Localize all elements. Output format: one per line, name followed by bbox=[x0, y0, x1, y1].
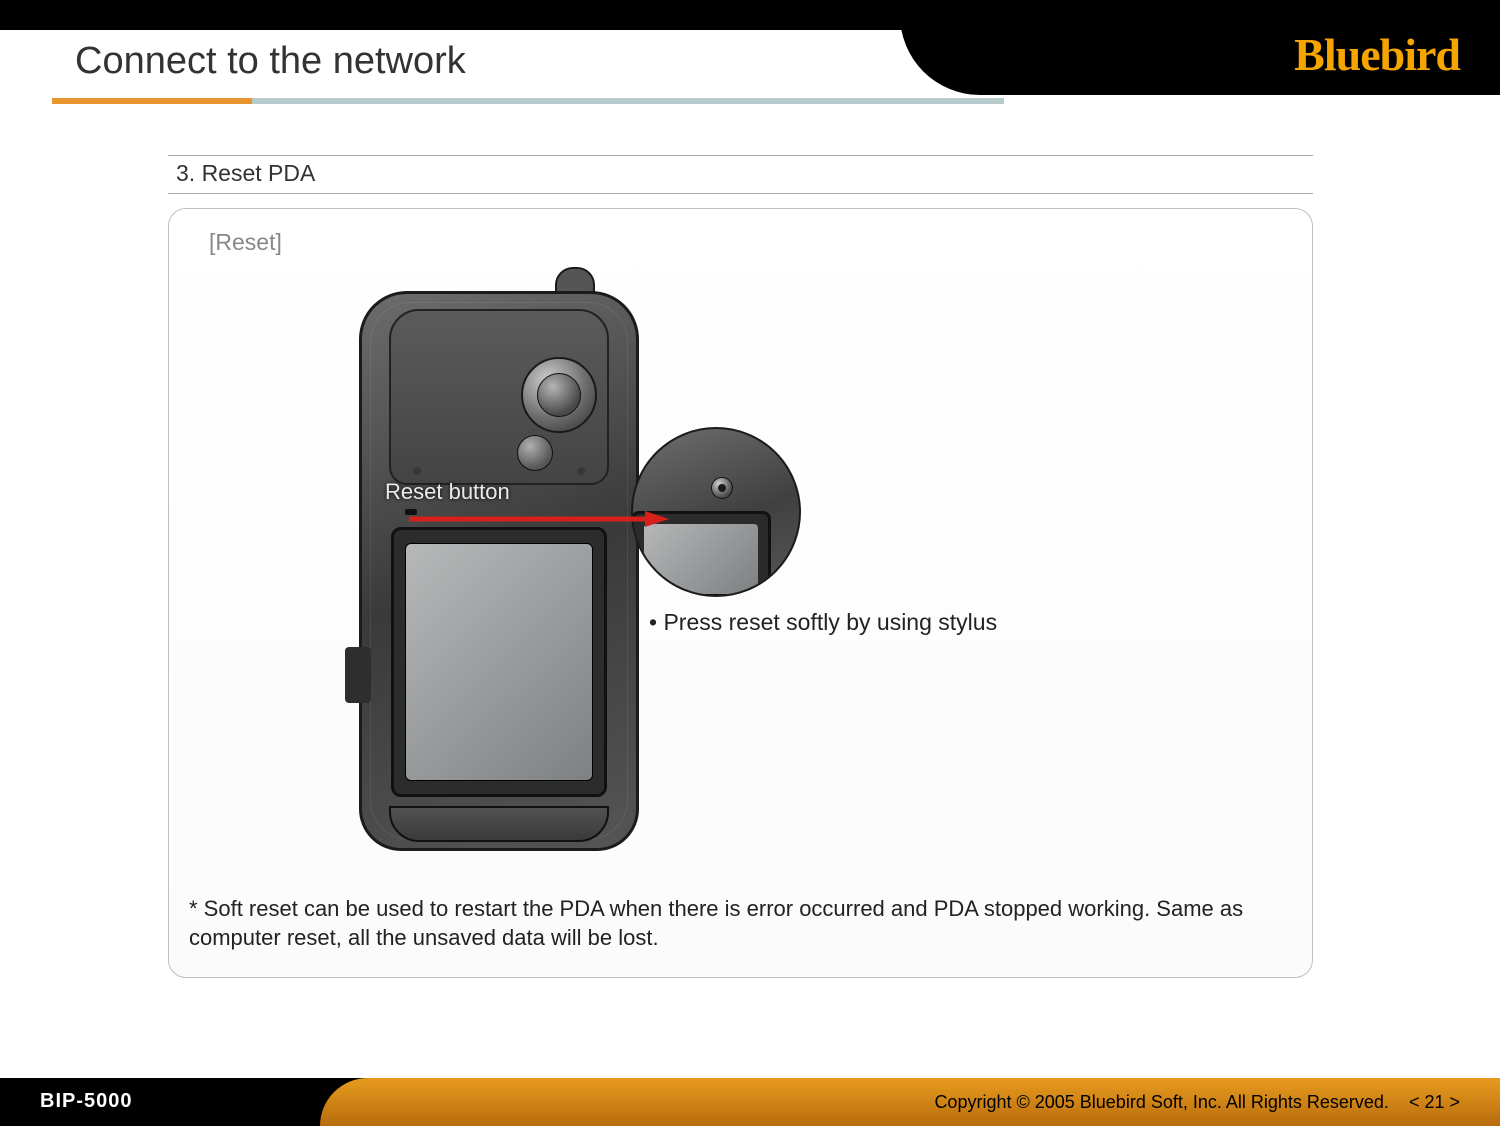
footer-page-number: < 21 > bbox=[1409, 1092, 1460, 1112]
zoom-reset-hole bbox=[711, 477, 733, 499]
footer: BIP-5000 Copyright © 2005 Bluebird Soft,… bbox=[0, 1078, 1500, 1126]
brand-logo: Bluebird bbox=[1294, 28, 1460, 81]
title-underline bbox=[52, 98, 1004, 104]
slide: Bluebird Connect to the network 3. Reset… bbox=[0, 0, 1500, 1126]
header-swoosh: Bluebird bbox=[900, 0, 1500, 95]
step-title: 3. Reset PDA bbox=[168, 155, 1313, 194]
pda-hole-right bbox=[577, 467, 585, 475]
title-underline-secondary bbox=[252, 98, 1004, 104]
footer-copyright-text: Copyright © 2005 Bluebird Soft, Inc. All… bbox=[934, 1092, 1389, 1112]
content: 3. Reset PDA [Reset] Reset button bbox=[168, 155, 1313, 978]
instruction-text: • Press reset softly by using stylus bbox=[649, 609, 997, 636]
panel-label: [Reset] bbox=[209, 229, 282, 256]
pda-device-illustration bbox=[359, 267, 639, 852]
pda-hole-left bbox=[413, 467, 421, 475]
pda-small-button bbox=[517, 435, 553, 471]
footer-copyright: Copyright © 2005 Bluebird Soft, Inc. All… bbox=[934, 1092, 1460, 1113]
pda-screen bbox=[405, 543, 593, 781]
note-text: * Soft reset can be used to restart the … bbox=[189, 894, 1249, 953]
arrow-icon bbox=[409, 509, 669, 529]
page-title: Connect to the network bbox=[75, 40, 466, 83]
pda-dpad-center bbox=[537, 373, 581, 417]
pda-bottom-bar bbox=[389, 806, 609, 842]
pda-side-tab bbox=[345, 647, 371, 703]
reset-button-callout: Reset button bbox=[385, 479, 510, 505]
illustration-panel: [Reset] Reset button bbox=[168, 208, 1313, 978]
footer-model: BIP-5000 bbox=[40, 1090, 133, 1113]
